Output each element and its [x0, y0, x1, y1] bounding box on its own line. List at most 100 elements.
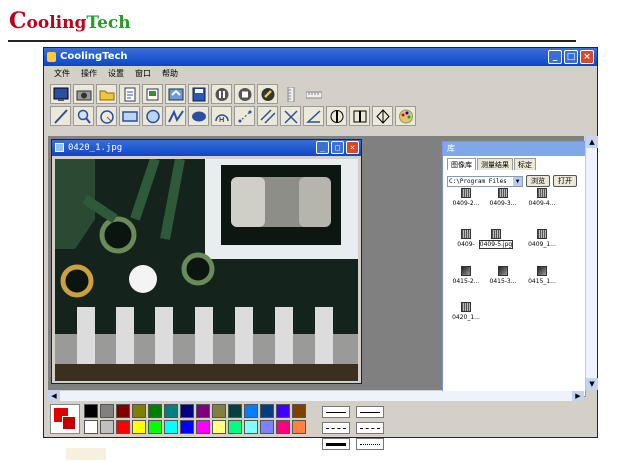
scroll-right-icon[interactable]: ▶: [572, 391, 584, 401]
point-distance-icon[interactable]: [234, 106, 255, 126]
settings-icon[interactable]: [257, 84, 278, 104]
library-thumbnail[interactable]: 0409-5.jpg: [477, 229, 515, 249]
color-swatch[interactable]: [180, 404, 194, 418]
color-swatch[interactable]: [180, 420, 194, 434]
line-style-thin-2[interactable]: [356, 406, 384, 418]
line-style-dashed[interactable]: [322, 422, 350, 434]
library-thumbnail[interactable]: 0409-2...: [447, 188, 485, 207]
minimize-button[interactable]: _: [548, 50, 562, 64]
image-maximize-button[interactable]: □: [331, 141, 344, 154]
image-minimize-button[interactable]: _: [316, 141, 329, 154]
library-thumbnail[interactable]: 0420_1...: [447, 302, 485, 321]
current-color[interactable]: [50, 404, 80, 434]
library-thumbnail[interactable]: 0409-4...: [523, 188, 561, 207]
color-swatch[interactable]: [196, 404, 210, 418]
library-thumbnail[interactable]: 0415-2...: [447, 266, 485, 285]
rectangle-tool-icon[interactable]: [119, 106, 140, 126]
menu-help[interactable]: 帮助: [162, 67, 178, 81]
chevron-down-icon[interactable]: ▼: [513, 176, 522, 186]
menu-operate[interactable]: 操作: [81, 67, 97, 81]
color-swatch[interactable]: [196, 420, 210, 434]
document-icon[interactable]: [119, 84, 140, 104]
polyline-tool-icon[interactable]: [165, 106, 186, 126]
ellipse-tool-icon[interactable]: [188, 106, 209, 126]
library-thumbnail[interactable]: 0415-3...: [484, 266, 522, 285]
camera-icon[interactable]: [73, 84, 94, 104]
path-select[interactable]: C:\Program Files ▼: [447, 175, 523, 187]
line-style-thin[interactable]: [322, 406, 350, 418]
color-swatch[interactable]: [244, 420, 258, 434]
scroll-left-icon[interactable]: ◀: [48, 391, 60, 401]
line-style-dotted[interactable]: [356, 438, 384, 450]
color-swatch[interactable]: [212, 420, 226, 434]
line-style-dashed-2[interactable]: [356, 422, 384, 434]
horizontal-scrollbar[interactable]: ◀ ▶: [48, 391, 584, 401]
open-folder-icon[interactable]: [96, 84, 117, 104]
color-swatch[interactable]: [228, 404, 242, 418]
palette-icon[interactable]: [395, 106, 416, 126]
save-icon[interactable]: [188, 84, 209, 104]
color-swatch[interactable]: [132, 404, 146, 418]
circle-tool-icon[interactable]: [142, 106, 163, 126]
ruler-vertical-icon[interactable]: [280, 84, 301, 104]
sync-icon[interactable]: [165, 84, 186, 104]
thumbnail-rename-field[interactable]: 0409-5.jpg: [478, 240, 514, 249]
menu-settings[interactable]: 设置: [108, 67, 124, 81]
vertical-measure-icon[interactable]: [326, 106, 347, 126]
library-thumbnail[interactable]: 0409-3...: [484, 188, 522, 207]
color-swatch[interactable]: [100, 404, 114, 418]
menu-file[interactable]: 文件: [54, 67, 70, 81]
color-swatch[interactable]: [260, 404, 274, 418]
color-swatch[interactable]: [292, 404, 306, 418]
tab-calibration[interactable]: 标定: [514, 158, 536, 170]
tab-measure-results[interactable]: 测量结果: [477, 158, 513, 170]
color-swatch[interactable]: [292, 420, 306, 434]
color-swatch[interactable]: [244, 404, 258, 418]
color-swatch[interactable]: [212, 404, 226, 418]
menu-window[interactable]: 窗口: [135, 67, 151, 81]
line-tool-icon[interactable]: [50, 106, 71, 126]
scroll-down-icon[interactable]: ▼: [586, 378, 598, 390]
color-swatch[interactable]: [116, 420, 130, 434]
color-swatch[interactable]: [164, 420, 178, 434]
export-icon[interactable]: [142, 84, 163, 104]
color-swatch[interactable]: [148, 420, 162, 434]
parallel-line-icon[interactable]: [257, 106, 278, 126]
image-close-button[interactable]: ×: [346, 141, 359, 154]
half-circle-icon[interactable]: H: [211, 106, 232, 126]
color-swatch[interactable]: [84, 420, 98, 434]
microscope-image[interactable]: [55, 159, 358, 381]
line-style-thick[interactable]: [322, 438, 350, 450]
horizontal-measure-icon[interactable]: [349, 106, 370, 126]
diamond-icon[interactable]: [372, 106, 393, 126]
library-thumbnail[interactable]: 0415_1...: [523, 266, 561, 285]
magnifier-icon[interactable]: [73, 106, 94, 126]
open-button[interactable]: 打开: [553, 175, 577, 187]
stop-icon[interactable]: [234, 84, 255, 104]
vertical-scrollbar[interactable]: ▲ ▼: [585, 136, 598, 390]
color-swatch[interactable]: [276, 404, 290, 418]
color-swatch[interactable]: [84, 404, 98, 418]
color-swatch[interactable]: [132, 420, 146, 434]
pause-icon[interactable]: [211, 84, 232, 104]
color-swatch[interactable]: [228, 420, 242, 434]
tab-image-library[interactable]: 图像库: [447, 158, 476, 170]
color-swatch[interactable]: [116, 404, 130, 418]
angle-icon[interactable]: [280, 106, 301, 126]
color-swatch[interactable]: [260, 420, 274, 434]
library-thumbnail[interactable]: 0409_1...: [523, 229, 561, 248]
color-swatch[interactable]: [276, 420, 290, 434]
ruler-horizontal-icon[interactable]: [303, 84, 324, 104]
app-titlebar[interactable]: CoolingTech _ □ ×: [44, 48, 597, 66]
angle-measure-icon[interactable]: [303, 106, 324, 126]
color-swatch[interactable]: [148, 404, 162, 418]
close-button[interactable]: ×: [580, 50, 594, 64]
image-window-titlebar[interactable]: 0420_1.jpg _ □ ×: [52, 140, 361, 156]
arc-tool-icon[interactable]: [96, 106, 117, 126]
maximize-button[interactable]: □: [564, 50, 578, 64]
scroll-up-icon[interactable]: ▲: [586, 136, 598, 148]
monitor-icon[interactable]: [50, 84, 71, 104]
browse-button[interactable]: 浏览: [526, 175, 550, 187]
color-swatch[interactable]: [164, 404, 178, 418]
color-swatch[interactable]: [100, 420, 114, 434]
